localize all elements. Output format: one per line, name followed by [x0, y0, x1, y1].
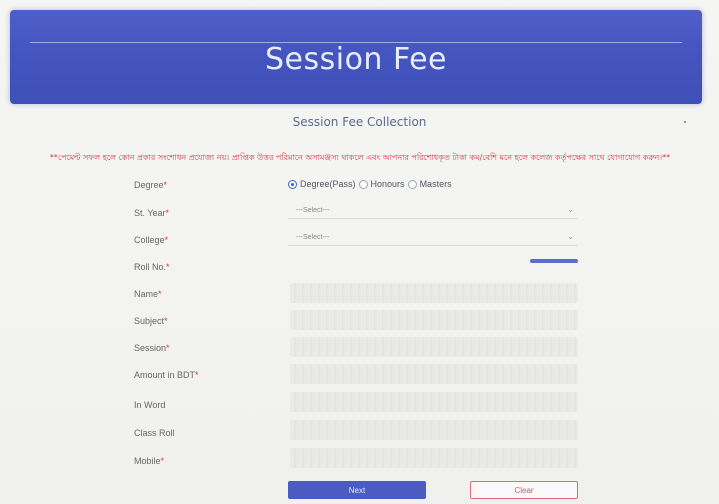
roll-no-required-mark: *: [166, 262, 170, 272]
in-word-field[interactable]: [290, 392, 578, 412]
college-required-mark: *: [164, 235, 169, 245]
college-label-text: College: [134, 235, 165, 245]
name-field[interactable]: [290, 283, 578, 303]
subject-label-text: Subject: [134, 316, 165, 326]
degree-required-mark: *: [163, 180, 168, 190]
subject-label: Subject*: [134, 316, 168, 326]
radio-unchecked-icon[interactable]: [407, 179, 417, 189]
class-roll-field[interactable]: [290, 420, 578, 440]
st-year-selected-value: ---Select---: [296, 207, 330, 214]
subject-required-mark: *: [164, 316, 168, 326]
clear-button[interactable]: Clear: [470, 481, 578, 499]
amount-label: Amount in BDT*: [134, 370, 199, 380]
session-required-mark: *: [166, 343, 170, 353]
mobile-required-mark: *: [160, 456, 165, 466]
chevron-down-icon: ⌄: [567, 205, 574, 214]
college-selected-value: ---Select---: [296, 234, 330, 241]
name-required-mark: *: [158, 289, 162, 299]
page: Session Fee Session Fee Collection **পেম…: [0, 0, 719, 504]
st-year-required-mark: *: [165, 208, 170, 218]
payment-notice: **পেমেন্ট সফল হলে কোন প্রকার সংশোধন প্রয…: [49, 153, 671, 162]
next-button[interactable]: Next: [288, 481, 426, 499]
header-banner: Session Fee: [10, 10, 702, 104]
session-label: Session*: [134, 343, 170, 353]
page-title: Session Fee: [264, 42, 448, 77]
degree-radio-group: Degree(Pass) Honours Masters: [288, 179, 452, 189]
session-label-text: Session: [134, 343, 167, 353]
degree-masters-option[interactable]: Masters: [420, 179, 452, 189]
section-title: Session Fee Collection: [292, 115, 427, 129]
degree-label-text: Degree: [134, 180, 164, 190]
name-label: Name*: [134, 289, 162, 299]
amount-field[interactable]: [290, 364, 578, 384]
subject-field[interactable]: [290, 310, 578, 330]
in-word-label-text: In Word: [134, 400, 166, 410]
radio-unchecked-icon[interactable]: [358, 179, 368, 189]
college-label: College*: [134, 235, 168, 245]
roll-no-input[interactable]: [530, 259, 578, 263]
degree-honours-option[interactable]: Honours: [371, 179, 405, 189]
mobile-label: Mobile*: [134, 456, 164, 466]
st-year-select[interactable]: ---Select--- ⌄: [288, 203, 578, 219]
dot-marker: [684, 121, 686, 123]
chevron-down-icon: ⌄: [567, 232, 574, 241]
st-year-label: St. Year*: [134, 208, 169, 218]
college-select[interactable]: ---Select--- ⌄: [288, 230, 578, 246]
in-word-label: In Word: [134, 400, 165, 410]
amount-label-text: Amount in BDT: [134, 370, 196, 380]
mobile-label-text: Mobile: [134, 456, 161, 466]
session-field[interactable]: [290, 337, 578, 357]
radio-checked-icon[interactable]: [288, 179, 297, 189]
class-roll-label-text: Class Roll: [134, 428, 175, 438]
st-year-label-text: St. Year: [134, 208, 166, 218]
roll-no-label-text: Roll No.: [134, 262, 167, 272]
amount-required-mark: *: [195, 370, 199, 380]
class-roll-label: Class Roll: [134, 428, 175, 438]
degree-label: Degree*: [134, 180, 167, 190]
roll-no-label: Roll No.*: [134, 262, 170, 272]
degree-pass-option[interactable]: Degree(Pass): [300, 179, 356, 189]
name-label-text: Name: [134, 289, 159, 299]
mobile-field[interactable]: [290, 448, 578, 468]
